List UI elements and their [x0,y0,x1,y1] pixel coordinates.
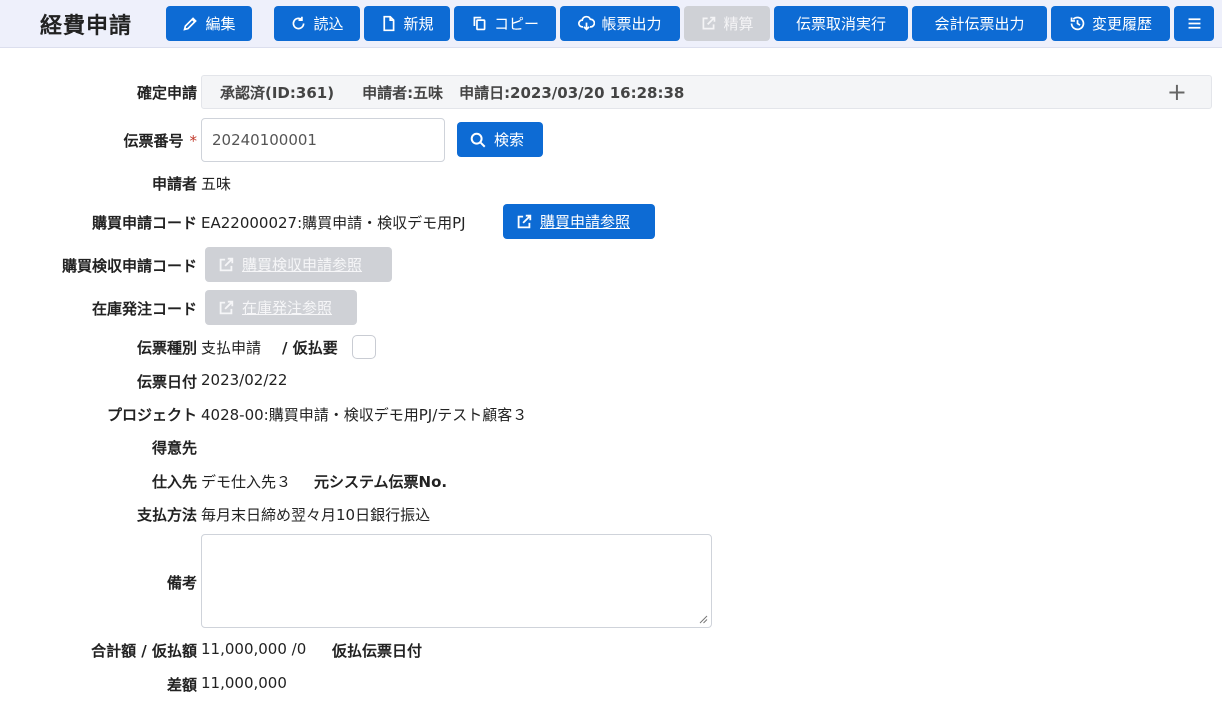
purchase-code-label: 購買申請コード [91,214,197,232]
hamburger-icon [1188,18,1200,29]
project-value: 4028-00:購買申請・検収デモ用PJ/テスト顧客３ [201,406,528,424]
inspection-code-label: 購買検収申請コード [61,257,197,275]
confirm-panel: 承認済(ID:361) 申請者:五味 申請日:2023/03/20 16:28:… [201,75,1212,109]
advance-date-label: 仮払伝票日付 [332,642,423,660]
resize-grip-icon[interactable] [698,614,708,624]
applicant-value: 五味 [201,175,232,193]
cancel-slip-button[interactable]: 伝票取消実行 [774,6,908,41]
app-header: 経費申請 編集 読込 新規 コピー 帳票出力 精算 伝票取消実行 会計伝票出力 … [0,0,1222,48]
origin-slip-label: 元システム伝票No. [314,473,448,491]
copy-button[interactable]: コピー [454,6,556,41]
total-label: 合計額 / 仮払額 [91,642,197,660]
slip-type-value: 支払申請 [201,339,262,357]
slip-date-value: 2023/02/22 [201,371,288,389]
external-link-icon [219,257,234,271]
slip-no-input[interactable] [201,118,445,162]
confirm-label: 確定申請 [136,84,197,102]
stock-order-label: 在庫発注コード [91,300,197,318]
cloud-download-icon [578,15,596,31]
purchase-code-value: EA22000027:購買申請・検収デモ用PJ [201,214,466,232]
total-value: 11,000,000 /0 [201,640,307,658]
edit-button[interactable]: 編集 [166,6,252,41]
remarks-textarea[interactable] [201,534,712,628]
external-link-icon [219,300,234,314]
purchase-ref-button[interactable]: 購買申請参照 [503,204,655,239]
search-button[interactable]: 検索 [457,122,543,157]
history-button[interactable]: 変更履歴 [1051,6,1170,41]
settle-button[interactable]: 精算 [684,6,770,41]
diff-value: 11,000,000 [201,674,287,692]
copy-icon [473,16,486,31]
file-icon [383,15,395,32]
load-button[interactable]: 読込 [274,6,360,41]
required-mark: * [189,132,198,150]
page-title: 経費申請 [40,14,133,39]
slip-date-label: 伝票日付 [136,373,197,391]
applicant-label: 申請者 [151,175,197,193]
history-icon [1070,16,1085,31]
status-badge: 承認済(ID:361) [220,83,335,102]
payment-value: 毎月末日締め翌々月10日銀行振込 [201,506,431,524]
inspection-ref-button[interactable]: 購買検収申請参照 [205,247,392,282]
remarks-label: 備考 [166,574,197,592]
external-link-icon [703,16,716,30]
menu-button[interactable] [1174,6,1214,41]
new-button[interactable]: 新規 [364,6,450,41]
confirm-date: 申請日:2023/03/20 16:28:38 [459,83,685,102]
pencil-icon [183,17,198,31]
advance-required-checkbox[interactable] [352,335,376,359]
supplier-label: 仕入先 [151,473,197,491]
payment-label: 支払方法 [136,506,197,524]
diff-label: 差額 [166,676,197,694]
supplier-value: デモ仕入先３ [201,473,292,491]
accounting-slip-button[interactable]: 会計伝票出力 [912,6,1047,41]
expand-icon[interactable]: + [1167,80,1187,104]
slip-no-label: 伝票番号 * [123,132,198,150]
refresh-icon [293,16,305,30]
customer-label: 得意先 [151,439,197,457]
advance-required-label: / 仮払要 [282,339,338,357]
stock-order-ref-button[interactable]: 在庫発注参照 [205,290,357,325]
confirm-applicant: 申請者:五味 [362,83,444,102]
project-label: プロジェクト [106,406,197,424]
external-link-icon [517,214,532,228]
slip-type-label: 伝票種別 [136,339,197,357]
export-button[interactable]: 帳票出力 [560,6,680,41]
search-icon [470,132,486,147]
